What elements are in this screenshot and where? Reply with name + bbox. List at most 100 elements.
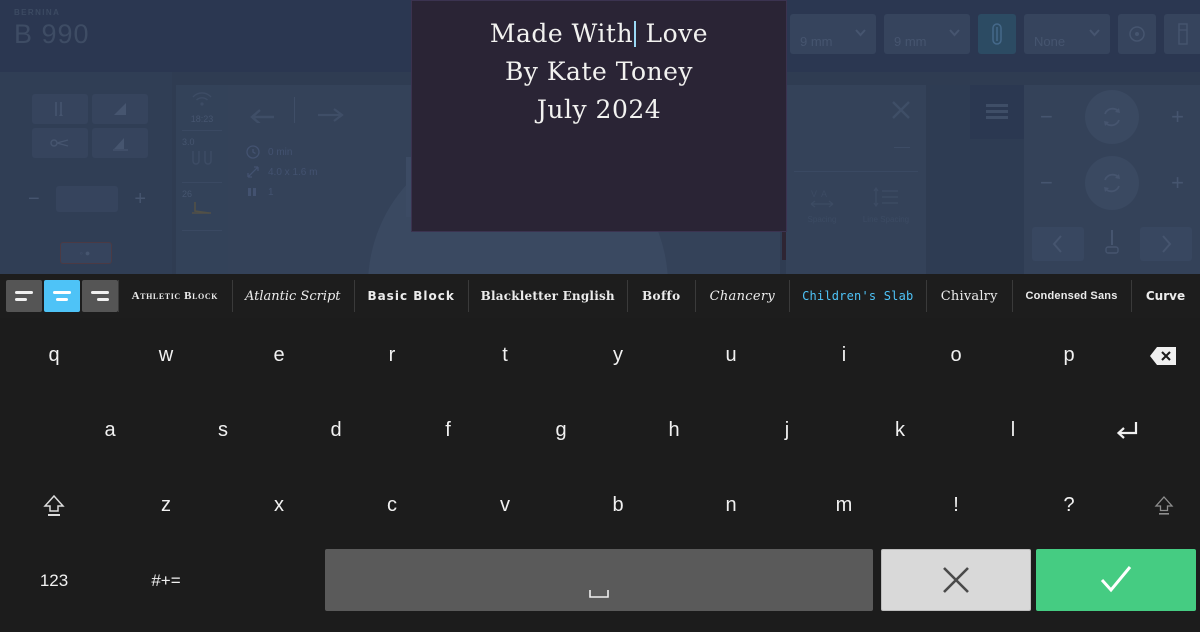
key-l[interactable]: l bbox=[987, 393, 1039, 468]
font-tab-list: Athletic Block Atlantic Script Basic Blo… bbox=[118, 274, 1200, 318]
key-y[interactable]: y bbox=[592, 318, 644, 393]
speed-up-icon[interactable] bbox=[92, 94, 148, 124]
presser-foot-icon bbox=[176, 199, 228, 224]
stitch-width-value-status: 3.0 bbox=[182, 137, 195, 147]
key-s[interactable]: s bbox=[197, 393, 249, 468]
return-icon bbox=[1116, 421, 1138, 439]
wifi-icon bbox=[176, 91, 228, 112]
shift-key-right[interactable] bbox=[1138, 468, 1190, 543]
font-tab-chivalry[interactable]: Chivalry bbox=[926, 274, 1012, 318]
minus-icon[interactable]: − bbox=[1040, 170, 1053, 196]
key-r[interactable]: r bbox=[366, 318, 418, 393]
brand-model: B 990 bbox=[14, 19, 90, 49]
key-n[interactable]: n bbox=[705, 468, 757, 543]
font-tab-athletic-block[interactable]: Athletic Block bbox=[118, 274, 232, 318]
stitch-width-icon bbox=[176, 147, 228, 176]
font-tab-boffo[interactable]: Boffo bbox=[627, 274, 695, 318]
key-w[interactable]: w bbox=[140, 318, 192, 393]
key-g[interactable]: g bbox=[535, 393, 587, 468]
font-tab-childrens-slab[interactable]: Children's Slab bbox=[789, 274, 926, 318]
space-key[interactable] bbox=[325, 549, 873, 611]
key-question[interactable]: ? bbox=[1043, 468, 1095, 543]
align-right-button[interactable] bbox=[82, 280, 118, 312]
align-left-button[interactable] bbox=[6, 280, 42, 312]
key-exclamation[interactable]: ! bbox=[930, 468, 982, 543]
font-tab-atlantic-script[interactable]: Atlantic Script bbox=[231, 274, 354, 318]
stitch-width-select[interactable]: 9 mm bbox=[790, 14, 876, 54]
pattern-toggle-button[interactable]: ◦● bbox=[60, 242, 112, 264]
redo-icon[interactable] bbox=[314, 103, 346, 128]
key-a[interactable]: a bbox=[84, 393, 136, 468]
key-u[interactable]: u bbox=[705, 318, 757, 393]
symbols-key[interactable]: #+= bbox=[140, 543, 192, 618]
svg-text:A: A bbox=[821, 189, 827, 199]
presser-foot-select[interactable]: None bbox=[1024, 14, 1110, 54]
shift-icon bbox=[43, 494, 65, 516]
backspace-key[interactable] bbox=[1137, 318, 1189, 393]
key-z[interactable]: z bbox=[140, 468, 192, 543]
key-p[interactable]: p bbox=[1043, 318, 1095, 393]
key-e[interactable]: e bbox=[253, 318, 305, 393]
hamburger-menu-icon[interactable] bbox=[970, 85, 1024, 139]
eco-icon[interactable] bbox=[1118, 14, 1156, 54]
chevron-down-icon bbox=[948, 26, 961, 39]
key-o[interactable]: o bbox=[930, 318, 982, 393]
font-tab-curve[interactable]: Curve bbox=[1130, 274, 1200, 318]
minus-icon[interactable]: − bbox=[28, 189, 40, 209]
numeric-key[interactable]: 123 bbox=[28, 543, 80, 618]
next-stitch-button[interactable] bbox=[1140, 227, 1192, 261]
font-tab-basic-block[interactable]: Basic Block bbox=[353, 274, 469, 318]
rotate-icon[interactable] bbox=[1085, 156, 1139, 210]
needle-down-icon[interactable] bbox=[1101, 228, 1123, 261]
needle-plate-select[interactable]: 9 mm bbox=[884, 14, 970, 54]
key-x[interactable]: x bbox=[253, 468, 305, 543]
key-c[interactable]: c bbox=[366, 468, 418, 543]
font-tab-blackletter-english[interactable]: Blackletter English bbox=[468, 274, 627, 318]
font-tab-condensed-sans[interactable]: Condensed Sans bbox=[1012, 274, 1131, 318]
close-icon bbox=[943, 567, 969, 593]
minus-icon[interactable]: − bbox=[1040, 104, 1053, 130]
confirm-button[interactable] bbox=[1036, 549, 1196, 611]
text-preview-dialog[interactable]: Made With Love By Kate Toney July 2024 bbox=[411, 0, 787, 232]
undo-icon[interactable] bbox=[246, 103, 278, 128]
plus-icon[interactable]: + bbox=[1171, 170, 1184, 196]
shift-key-left[interactable] bbox=[28, 468, 80, 543]
key-k[interactable]: k bbox=[874, 393, 926, 468]
key-i[interactable]: i bbox=[818, 318, 870, 393]
key-d[interactable]: d bbox=[310, 393, 362, 468]
background-right-panel-2 bbox=[930, 85, 1024, 274]
close-icon[interactable] bbox=[890, 99, 912, 126]
key-t[interactable]: t bbox=[479, 318, 531, 393]
previous-stitch-button[interactable] bbox=[1032, 227, 1084, 261]
key-f[interactable]: f bbox=[422, 393, 474, 468]
stepper-track[interactable] bbox=[56, 186, 118, 212]
plus-icon[interactable]: + bbox=[134, 189, 146, 209]
rotate-icon[interactable] bbox=[1085, 90, 1139, 144]
enter-key[interactable] bbox=[1100, 393, 1152, 468]
thread-cut-icon[interactable] bbox=[32, 128, 88, 158]
font-tab-chancery[interactable]: Chancery bbox=[695, 274, 789, 318]
key-m[interactable]: m bbox=[818, 468, 870, 543]
key-v[interactable]: v bbox=[479, 468, 531, 543]
needle-position-icon[interactable] bbox=[32, 94, 88, 124]
toolbar-controls: 9 mm 9 mm None bbox=[790, 14, 1200, 54]
collapse-icon[interactable] bbox=[894, 147, 910, 148]
speed-down-icon[interactable] bbox=[92, 128, 148, 158]
key-h[interactable]: h bbox=[648, 393, 700, 468]
usb-drive-icon[interactable] bbox=[1164, 14, 1200, 54]
svg-text:V: V bbox=[811, 189, 817, 199]
canvas-time-metric: 0 min bbox=[246, 145, 292, 159]
line-spacing-tool[interactable]: Line Spacing bbox=[856, 181, 916, 224]
key-j[interactable]: j bbox=[761, 393, 813, 468]
spacing-tool[interactable]: VA Spacing bbox=[792, 181, 852, 224]
key-q[interactable]: q bbox=[28, 318, 80, 393]
shift-icon bbox=[1154, 495, 1174, 515]
on-screen-keyboard: q w e r t y u i o p a s d f g h j k l z … bbox=[0, 318, 1200, 632]
key-b[interactable]: b bbox=[592, 468, 644, 543]
plus-icon[interactable]: + bbox=[1171, 104, 1184, 130]
align-center-button[interactable] bbox=[44, 280, 80, 312]
needle-plate-value: 9 mm bbox=[894, 34, 927, 49]
needle-icon[interactable] bbox=[978, 14, 1016, 54]
cancel-button[interactable] bbox=[881, 549, 1031, 611]
canvas-size-label: 4.0 x 1.6 m bbox=[268, 166, 318, 178]
